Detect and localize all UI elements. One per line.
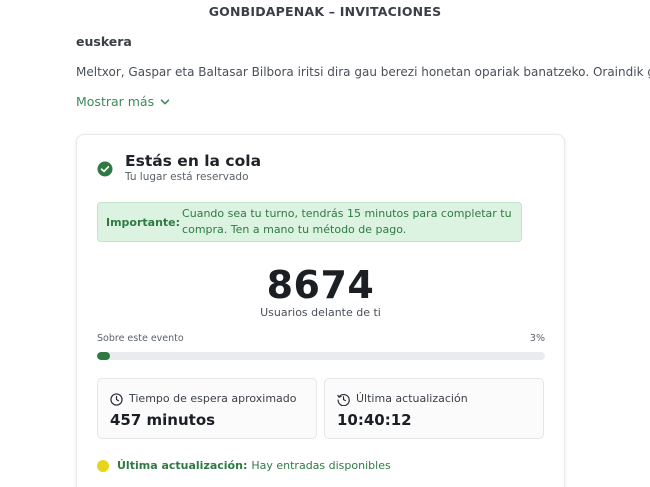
show-more-label: Mostrar más [76,94,155,109]
availability-status: Última actualización: Hay entradas dispo… [97,459,391,472]
chevron-down-icon [160,98,170,104]
queue-card: Estás en la cola Tu lugar está reservado… [76,134,565,487]
event-description: Meltxor, Gaspar eta Baltasar Bilbora iri… [76,65,650,79]
progress-bar-fill [97,352,111,360]
show-more-link[interactable]: Mostrar más [76,94,170,109]
clock-icon [110,393,123,406]
last-update-label: Última actualización [356,392,468,405]
status-dot [97,459,109,472]
last-update-value: 10:40:12 [337,411,412,429]
queue-status-title: Estás en la cola [125,152,262,170]
notice-label: Importante: [106,215,181,229]
important-notice: Importante: Cuando sea tu turno, tendrás… [97,202,522,242]
last-update-box: Última actualización 10:40:12 [324,378,544,439]
language-label: euskera [76,34,132,49]
wait-time-label: Tiempo de espera aproximado [129,392,297,405]
progress-percent: 3% [529,333,545,344]
event-title: GONBIDAPENAK – INVITACIONES [208,4,442,19]
users-ahead-label: Usuarios delante de ti [260,306,381,319]
availability-label: Última actualización: [117,459,248,472]
queue-status-subtitle: Tu lugar está reservado [125,171,249,183]
availability-text: Hay entradas disponibles [251,459,391,472]
check-circle-icon [97,161,113,177]
wait-time-value: 457 minutos [110,411,216,429]
queue-page: GONBIDAPENAK – INVITACIONES euskera Melt… [0,0,650,487]
notice-text: Cuando sea tu turno, tendrás 15 minutos … [182,207,512,236]
progress-label: Sobre este evento [97,333,184,344]
wait-time-box: Tiempo de espera aproximado 457 minutos [97,378,317,439]
history-icon [337,393,350,406]
progress-bar [97,352,545,360]
users-ahead-count: 8674 [266,263,375,307]
